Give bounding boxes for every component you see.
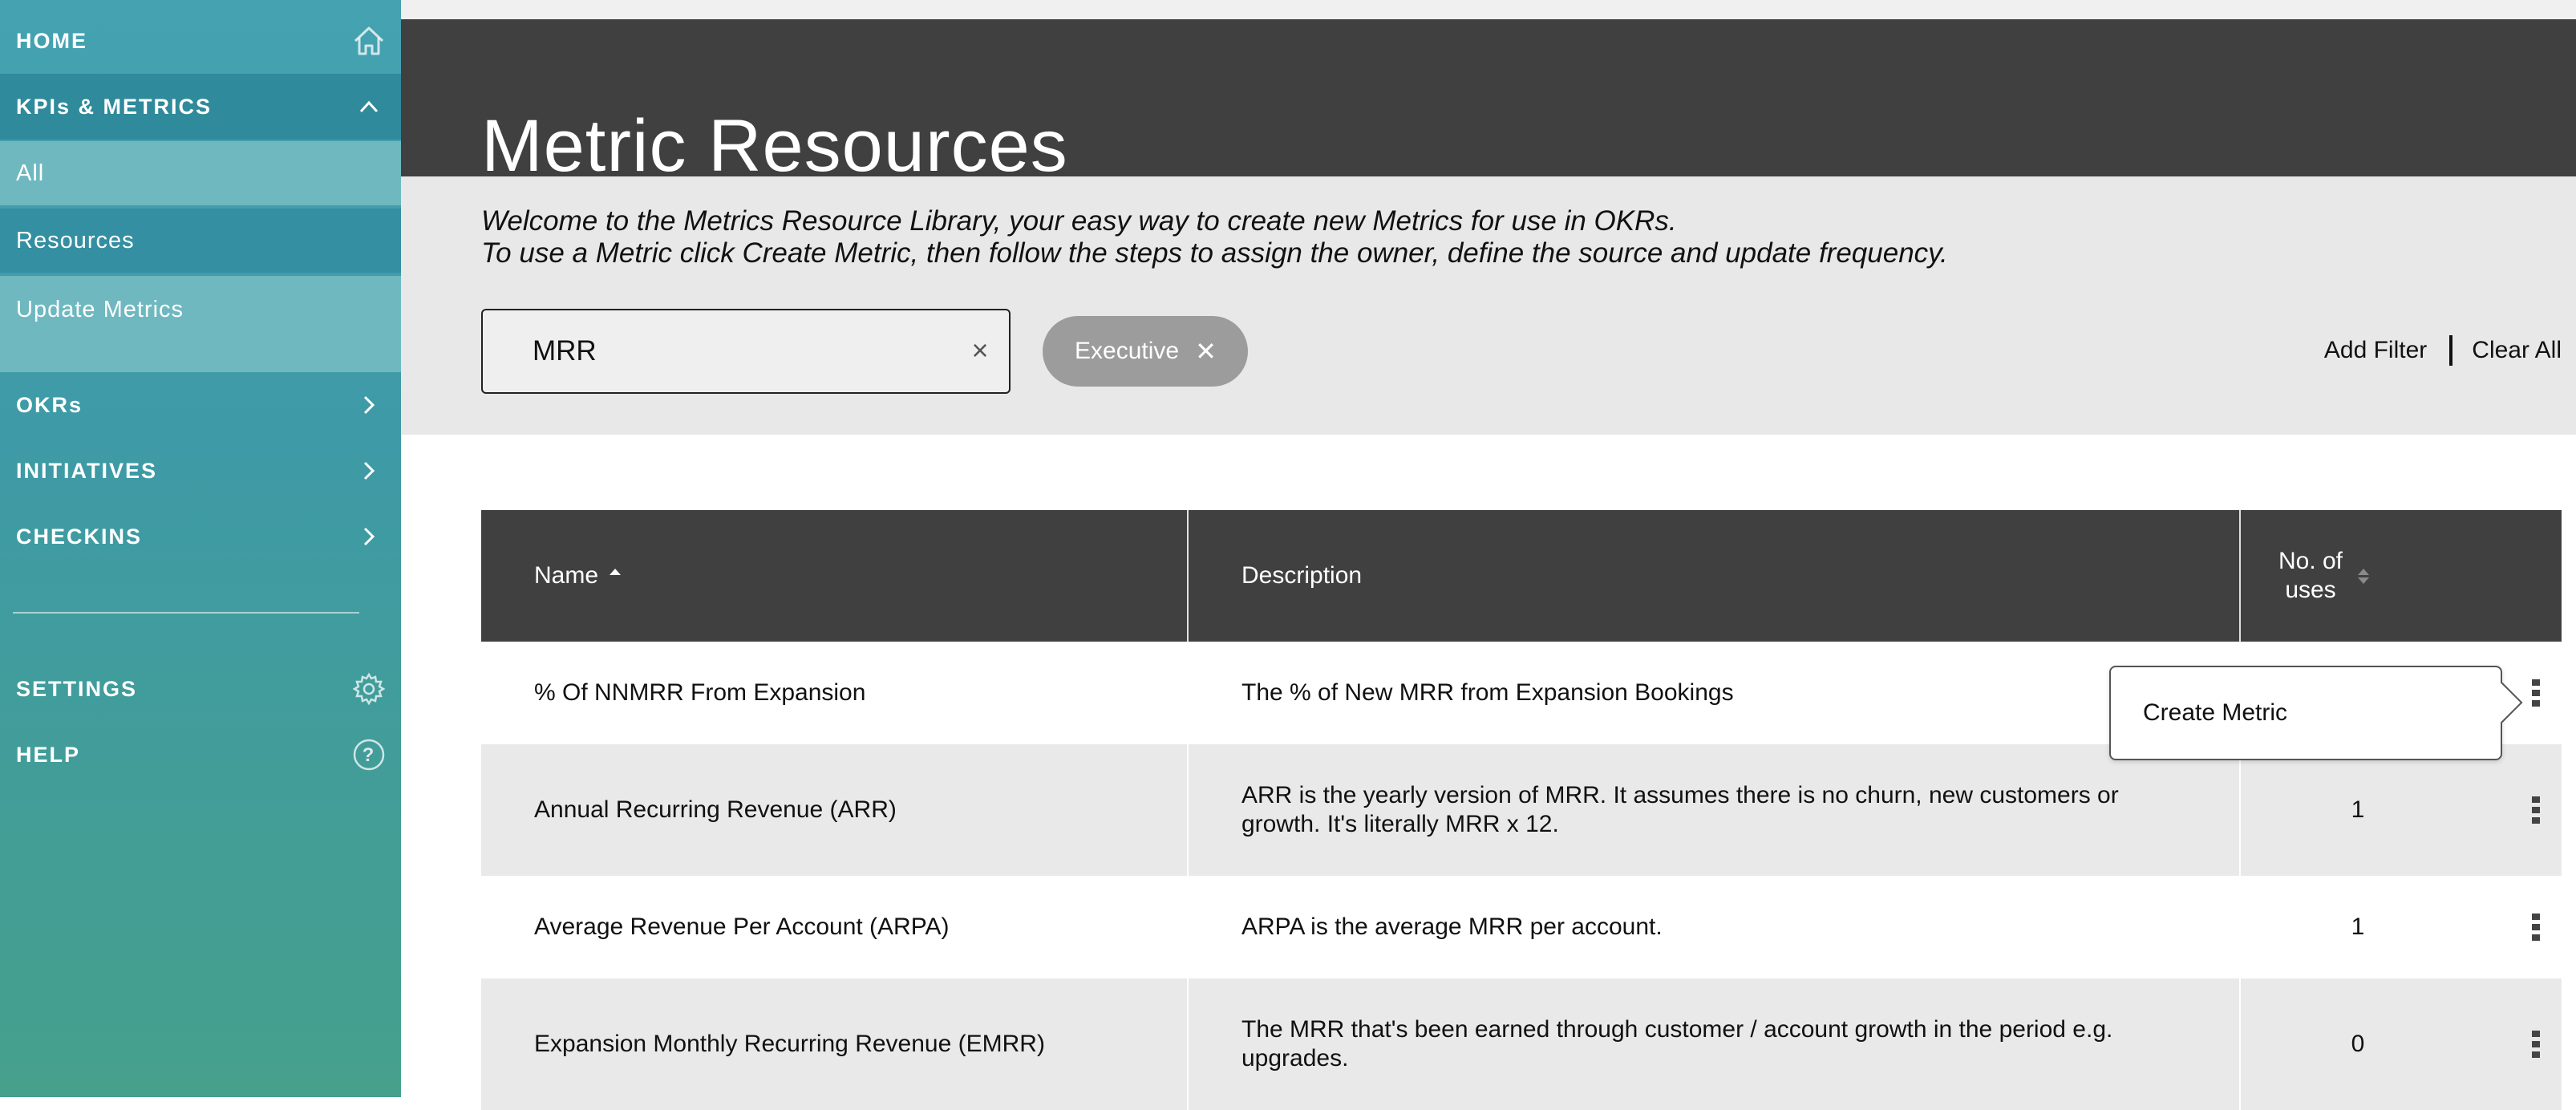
cell-description: The MRR that's been earned through custo…	[1189, 978, 2241, 1110]
nav-item-initiatives[interactable]: INITIATIVES	[0, 438, 401, 504]
sidebar-item-all[interactable]: All	[0, 141, 401, 205]
nav-label-kpis-metrics: KPIs & METRICS	[16, 94, 213, 119]
sidebar-item-label: All	[16, 160, 45, 186]
sidebar-divider	[13, 612, 359, 614]
cell-name: Expansion Monthly Recurring Revenue (EMR…	[481, 978, 1189, 1110]
more-options-icon[interactable]	[2531, 1031, 2541, 1058]
cell-description: The % of New MRR from Expansion Bookings	[1241, 679, 1734, 706]
create-metric-button[interactable]: Create Metric	[2143, 699, 2287, 727]
column-header-description-label: Description	[1241, 562, 1363, 589]
table-header: Name Description No. of uses	[481, 510, 2562, 642]
filter-panel: Welcome to the Metrics Resource Library,…	[401, 176, 2576, 435]
chevron-right-icon	[337, 395, 401, 415]
column-header-name-label: Name	[534, 562, 599, 589]
nav-item-kpis-metrics[interactable]: KPIs & METRICS	[0, 74, 401, 140]
clear-search-icon[interactable]: ×	[966, 334, 994, 367]
nav-item-help[interactable]: HELP ?	[0, 722, 401, 788]
nav-label-home: HOME	[16, 28, 87, 53]
filter-actions-separator	[2449, 335, 2453, 366]
column-header-description: Description	[1189, 510, 2241, 642]
table-row[interactable]: Average Revenue Per Account (ARPA) ARPA …	[481, 876, 2562, 978]
clear-all-button[interactable]: Clear All	[2472, 337, 2562, 364]
cell-name: Average Revenue Per Account (ARPA)	[534, 914, 950, 940]
add-filter-button[interactable]: Add Filter	[2324, 337, 2427, 364]
nav-label-checkins: CHECKINS	[16, 524, 143, 549]
filter-chip-label: Executive	[1075, 338, 1180, 364]
intro-line-2: To use a Metric click Create Metric, the…	[481, 237, 1948, 269]
page-header: Metric Resources	[401, 19, 2576, 187]
column-header-uses[interactable]: No. of uses	[2241, 510, 2562, 642]
nav-item-home[interactable]: HOME	[0, 8, 401, 74]
chevron-right-icon	[337, 527, 401, 546]
gear-icon	[337, 672, 401, 706]
svg-text:?: ?	[363, 744, 376, 766]
sidebar-item-label: Resources	[16, 227, 135, 253]
cell-description: ARR is the yearly version of MRR. It ass…	[1189, 744, 2241, 876]
question-icon: ?	[337, 738, 401, 772]
sort-icon[interactable]	[610, 568, 622, 584]
sidebar-item-resources[interactable]: Resources	[0, 209, 401, 273]
column-header-uses-label: No. of uses	[2278, 548, 2343, 603]
uses-value: 1	[2351, 796, 2365, 823]
sidebar: HOME KPIs & METRICS All Resources Update…	[0, 0, 401, 1097]
home-icon	[337, 25, 401, 57]
main-content: Metric Resources Welcome to the Metrics …	[401, 0, 2576, 1110]
search-input[interactable]	[531, 310, 948, 392]
nav-label-help: HELP	[16, 742, 81, 767]
chevron-up-icon	[337, 100, 401, 113]
sort-icon[interactable]	[2358, 568, 2369, 584]
search-box: ×	[481, 309, 1011, 394]
sidebar-item-label: Update Metrics	[16, 297, 184, 322]
nav-item-okrs[interactable]: OKRs	[0, 372, 401, 438]
sidebar-item-update-metrics[interactable]: Update Metrics	[0, 276, 401, 372]
filter-chip-executive: Executive ✕	[1043, 316, 1248, 387]
nav-item-settings[interactable]: SETTINGS	[0, 656, 401, 722]
cell-name: Annual Recurring Revenue (ARR)	[481, 744, 1189, 876]
create-metric-popover: Create Metric	[2109, 666, 2523, 760]
filter-actions: Add Filter Clear All	[2324, 335, 2562, 366]
uses-value: 1	[2351, 914, 2365, 940]
table-row[interactable]: Annual Recurring Revenue (ARR) ARR is th…	[481, 744, 2562, 876]
page-title: Metric Resources	[481, 104, 1068, 187]
column-header-name[interactable]: Name	[481, 510, 1189, 642]
cell-name: % Of NNMRR From Expansion	[534, 679, 866, 706]
nav-label-settings: SETTINGS	[16, 676, 138, 701]
more-options-icon[interactable]	[2531, 679, 2541, 707]
nav-label-okrs: OKRs	[16, 392, 83, 417]
cell-uses: 0	[2241, 978, 2562, 1110]
cell-uses: 1	[2241, 876, 2562, 978]
nav-item-checkins[interactable]: CHECKINS	[0, 504, 401, 569]
chevron-right-icon	[337, 461, 401, 480]
close-icon[interactable]: ✕	[1195, 336, 1217, 367]
intro-text: Welcome to the Metrics Resource Library,…	[481, 205, 1948, 269]
intro-line-1: Welcome to the Metrics Resource Library,…	[481, 205, 1677, 237]
cell-description: ARPA is the average MRR per account.	[1241, 914, 1663, 940]
top-strip	[401, 0, 2576, 19]
uses-value: 0	[2351, 1031, 2365, 1057]
more-options-icon[interactable]	[2531, 796, 2541, 824]
nav-label-initiatives: INITIATIVES	[16, 458, 158, 483]
cell-uses: 1	[2241, 744, 2562, 876]
more-options-icon[interactable]	[2531, 914, 2541, 941]
table-row[interactable]: Expansion Monthly Recurring Revenue (EMR…	[481, 978, 2562, 1110]
